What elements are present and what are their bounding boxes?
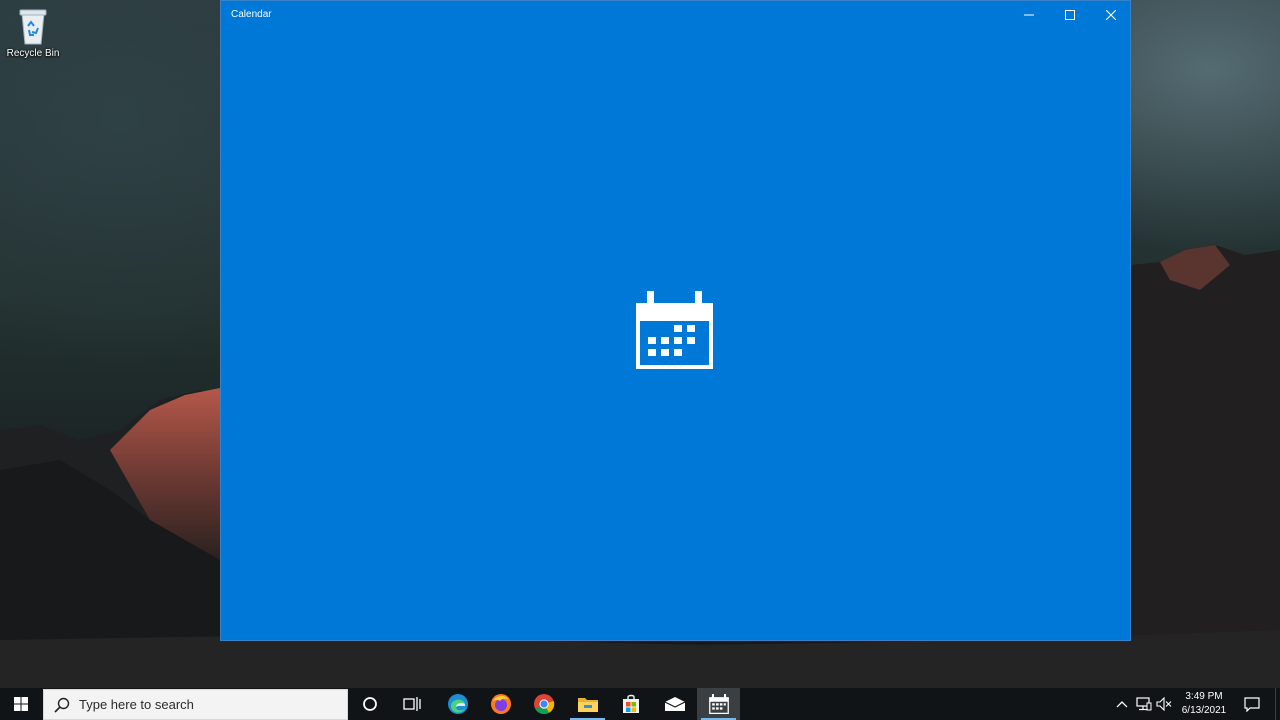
splash-calendar-logo <box>636 291 713 374</box>
calendar-icon <box>708 694 729 714</box>
taskbar: Type here to search 3:49 PM 6/13/2021 <box>0 688 1280 720</box>
windows-logo-icon <box>14 697 28 711</box>
cortana-button[interactable] <box>350 688 390 720</box>
clock-date: 6/13/2021 <box>1181 705 1227 716</box>
close-button[interactable] <box>1090 1 1132 29</box>
show-desktop-button[interactable] <box>1275 688 1280 720</box>
maximize-button[interactable] <box>1049 1 1091 29</box>
file-explorer-folder-icon <box>577 698 598 712</box>
taskbar-app-calendar[interactable] <box>697 688 740 720</box>
store-bag-icon <box>622 694 639 713</box>
title-bar[interactable]: Calendar <box>221 1 1130 29</box>
taskbar-app-chrome[interactable] <box>522 688 565 720</box>
task-view-button[interactable] <box>391 688 433 720</box>
volume-button[interactable] <box>1154 688 1174 720</box>
calendar-icon <box>636 291 713 369</box>
desktop-icon-recycle-bin[interactable]: Recycle Bin <box>4 4 62 59</box>
recycle-bin-icon <box>19 9 47 45</box>
chrome-icon <box>533 694 554 715</box>
task-view-icon <box>403 697 421 711</box>
firefox-icon <box>490 694 511 714</box>
mail-envelope-icon <box>664 697 685 711</box>
minimize-button[interactable] <box>1008 1 1050 29</box>
taskbar-app-firefox[interactable] <box>479 688 522 720</box>
network-button[interactable] <box>1134 688 1154 720</box>
network-icon <box>1136 697 1152 711</box>
search-icon <box>54 697 70 713</box>
taskbar-app-mail[interactable] <box>653 688 696 720</box>
desktop-icon-label: Recycle Bin <box>6 48 60 59</box>
start-button[interactable] <box>0 688 42 720</box>
close-icon <box>1106 10 1116 20</box>
taskbar-clock[interactable]: 3:49 PM 6/13/2021 <box>1176 690 1232 718</box>
show-hidden-icons-button[interactable] <box>1112 688 1132 720</box>
chevron-up-icon <box>1116 701 1128 708</box>
taskbar-app-edge[interactable] <box>436 688 479 720</box>
taskbar-app-file-explorer[interactable] <box>566 688 609 720</box>
volume-muted-icon <box>1156 697 1172 711</box>
taskbar-app-microsoft-store[interactable] <box>609 688 652 720</box>
action-center-button[interactable] <box>1237 688 1267 720</box>
calendar-window[interactable]: Calendar <box>220 0 1131 641</box>
clock-time: 3:49 PM <box>1185 691 1223 702</box>
notification-icon <box>1244 696 1260 712</box>
maximize-icon <box>1065 10 1075 20</box>
search-placeholder: Type here to search <box>79 697 194 712</box>
window-title: Calendar <box>231 9 272 20</box>
edge-icon <box>447 694 468 714</box>
taskbar-search-box[interactable]: Type here to search <box>43 689 348 720</box>
minimize-icon <box>1024 14 1034 16</box>
cortana-circle-icon <box>363 697 377 711</box>
